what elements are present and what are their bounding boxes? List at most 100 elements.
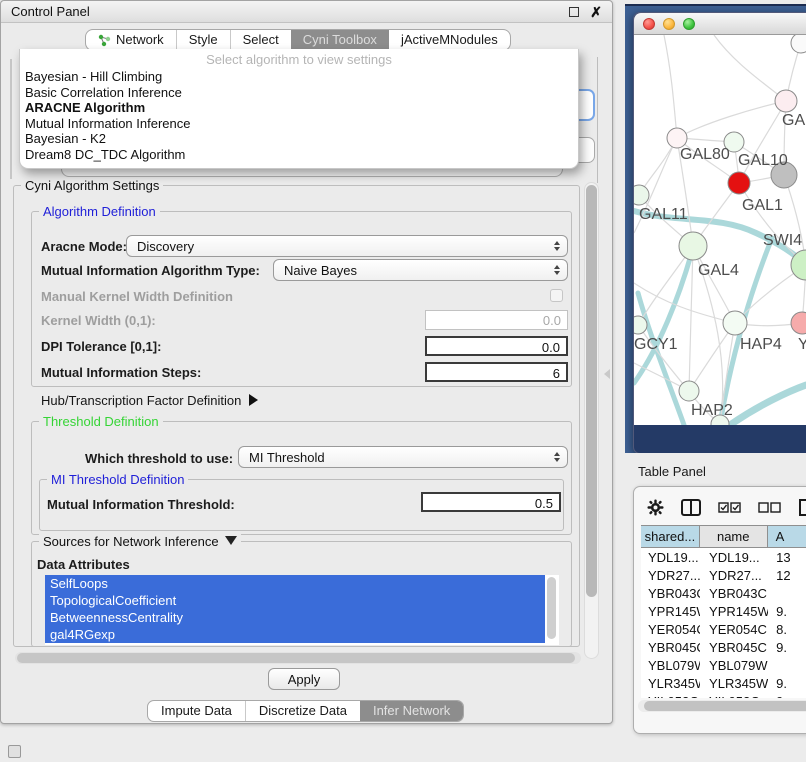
tab-cyni-toolbox-label: Cyni Toolbox: [303, 30, 377, 50]
settings-vertical-scrollbar[interactable]: [584, 182, 599, 659]
algorithm-option[interactable]: Mutual Information Inference: [20, 116, 578, 132]
dpi-tolerance-label: DPI Tolerance [0,1]:: [41, 339, 161, 354]
data-attributes-list[interactable]: SelfLoopsTopologicalCoefficientBetweenne…: [45, 575, 559, 645]
node-label: GAL80: [680, 146, 730, 163]
tab-jactivemnodules[interactable]: jActiveMNodules: [389, 30, 510, 50]
docked-panel-icon[interactable]: [8, 745, 21, 758]
table-cell: YBR043C: [700, 586, 768, 601]
tab-infer-network[interactable]: Infer Network: [360, 701, 463, 721]
mi-threshold-field[interactable]: 0.5: [421, 492, 561, 512]
select-all-checkboxes-icon[interactable]: [718, 502, 741, 513]
network-graph: GALGAL80GAL10GAL1GAL11GAL4SWI4GCY1HAP4YH…: [634, 35, 806, 425]
algorithm-option[interactable]: Bayesian - Hill Climbing: [20, 69, 578, 85]
mi-steps-field[interactable]: 6: [425, 362, 568, 382]
new-column-icon[interactable]: [798, 498, 806, 517]
close-icon[interactable]: ✗: [590, 7, 602, 17]
table-row[interactable]: YPR145WYPR145W9.: [641, 602, 806, 620]
network-node-y[interactable]: [791, 312, 806, 334]
attribute-list-item[interactable]: BetweennessCentrality: [45, 609, 545, 626]
mac-minimize-icon[interactable]: [663, 18, 675, 30]
table-horizontal-scrollbar[interactable]: [638, 700, 806, 712]
table-cell: 9.: [768, 640, 806, 655]
table-row[interactable]: YBR043CYBR043C: [641, 584, 806, 602]
tab-cyni-toolbox[interactable]: Cyni Toolbox: [291, 30, 389, 50]
mi-algorithm-type-label: Mutual Information Algorithm Type:: [41, 263, 260, 278]
table-row[interactable]: YBL079WYBL079W: [641, 656, 806, 674]
tab-network-label: Network: [116, 30, 164, 50]
manual-kernel-width-checkbox[interactable]: [550, 289, 563, 302]
tab-select[interactable]: Select: [230, 30, 291, 50]
algorithm-dropdown-list: Select algorithm to view settings Bayesi…: [19, 49, 579, 169]
kernel-width-field[interactable]: 0.0: [425, 310, 568, 330]
deselect-all-checkboxes-icon[interactable]: [758, 502, 781, 513]
network-window-titlebar[interactable]: [634, 13, 806, 35]
network-node-gal11[interactable]: [634, 185, 649, 205]
network-node-gal[interactable]: [775, 90, 797, 112]
column-header-shared-name[interactable]: shared...: [641, 526, 700, 547]
table-cell: YER054C: [700, 622, 768, 637]
table-row[interactable]: YER054CYER054C8.: [641, 620, 806, 638]
network-canvas[interactable]: GALGAL80GAL10GAL1GAL11GAL4SWI4GCY1HAP4YH…: [634, 35, 806, 425]
column-header-name[interactable]: name: [700, 526, 768, 547]
sources-disclosure[interactable]: Sources for Network Inference: [39, 534, 241, 549]
float-panel-icon[interactable]: [569, 7, 579, 17]
node-label: Y: [798, 336, 806, 353]
splitpane-collapse-handle[interactable]: [604, 369, 610, 379]
data-attributes-label: Data Attributes: [37, 557, 130, 572]
tab-impute-data[interactable]: Impute Data: [148, 701, 245, 721]
table-row[interactable]: YDL19...YDL19...13: [641, 548, 806, 566]
tab-style[interactable]: Style: [176, 30, 230, 50]
which-threshold-select[interactable]: MI Threshold: [238, 446, 568, 468]
network-node-gcy1[interactable]: [634, 316, 647, 334]
mac-zoom-icon[interactable]: [683, 18, 695, 30]
tab-discretize-data[interactable]: Discretize Data: [245, 701, 360, 721]
hub-definition-disclosure[interactable]: Hub/Transcription Factor Definition: [41, 393, 258, 408]
table-cell: YBL079W: [641, 658, 700, 673]
network-node-gal4[interactable]: [679, 232, 707, 260]
node-label: GAL10: [738, 152, 788, 169]
settings-vscroll-thumb[interactable]: [586, 185, 597, 597]
node-label: GAL1: [742, 197, 783, 214]
algorithm-option[interactable]: ARACNE Algorithm: [20, 100, 578, 116]
dpi-tolerance-field[interactable]: 0.0: [425, 336, 568, 356]
obscured-fieldset-edge: [597, 57, 598, 183]
table-hscroll-thumb[interactable]: [644, 701, 806, 711]
algorithm-option[interactable]: Basic Correlation Inference: [20, 85, 578, 101]
network-nodes[interactable]: [634, 35, 806, 425]
table-row[interactable]: YBR045CYBR045C9.: [641, 638, 806, 656]
network-node-gal1[interactable]: [728, 172, 750, 194]
node-label: GCY1: [634, 336, 678, 353]
attributes-scrollbar-thumb[interactable]: [547, 577, 556, 639]
attribute-list-item[interactable]: TopologicalCoefficient: [45, 592, 545, 609]
tab-network[interactable]: Network: [86, 30, 176, 50]
network-node[interactable]: [791, 35, 806, 53]
settings-horizontal-scrollbar[interactable]: [15, 652, 581, 664]
gear-icon[interactable]: [647, 499, 664, 516]
table-row[interactable]: YLR345WYLR345W9.: [641, 674, 806, 692]
network-node-gal80[interactable]: [667, 128, 687, 148]
table-row[interactable]: YIL052CYIL052C9: [641, 692, 806, 698]
mi-threshold-definition-legend: MI Threshold Definition: [47, 472, 188, 487]
aracne-mode-select[interactable]: Discovery: [126, 235, 568, 257]
attribute-list-item[interactable]: gal4RGexp: [45, 626, 545, 643]
node-label: GAL: [782, 112, 806, 129]
disclosure-down-icon: [225, 536, 237, 545]
algorithm-option[interactable]: Bayesian - K2: [20, 131, 578, 147]
algorithm-option[interactable]: Dream8 DC_TDC Algorithm: [20, 147, 578, 163]
attribute-list-item[interactable]: SelfLoops: [45, 575, 545, 592]
table-cell: YBR045C: [700, 640, 768, 655]
control-panel-title: Control Panel: [11, 4, 90, 19]
mac-close-icon[interactable]: [643, 18, 655, 30]
table-row[interactable]: YDR27...YDR27...12: [641, 566, 806, 584]
tab-infer-network-label: Infer Network: [373, 701, 450, 721]
column-header-partial[interactable]: A: [768, 526, 806, 547]
mi-algorithm-type-select[interactable]: Naive Bayes: [273, 259, 568, 281]
tab-select-label: Select: [243, 30, 279, 50]
network-node-hap4[interactable]: [723, 311, 747, 335]
split-columns-icon[interactable]: [681, 499, 701, 516]
threshold-definition-legend: Threshold Definition: [39, 414, 163, 429]
apply-button[interactable]: Apply: [268, 668, 340, 690]
settings-hscroll-thumb[interactable]: [17, 653, 575, 663]
chevron-updown-icon: [554, 452, 560, 462]
network-node-hap2[interactable]: [679, 381, 699, 401]
